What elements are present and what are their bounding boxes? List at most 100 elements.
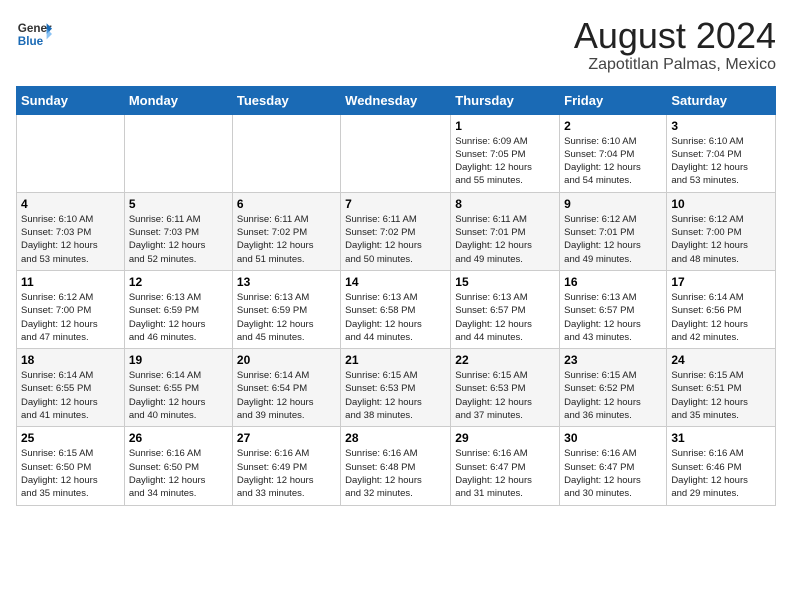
calendar-cell: 21 Sunrise: 6:15 AM Sunset: 6:53 PM Dayli… <box>341 349 451 427</box>
day-number: 12 <box>129 275 228 289</box>
calendar-cell: 28 Sunrise: 6:16 AM Sunset: 6:48 PM Dayli… <box>341 427 451 505</box>
calendar-cell: 6Sunrise: 6:11 AM Sunset: 7:02 PM Daylig… <box>232 192 340 270</box>
day-info: Sunrise: 6:14 AM Sunset: 6:54 PM Dayligh… <box>237 369 336 422</box>
calendar-cell: 4 Sunrise: 6:10 AM Sunset: 7:03 PM Daylig… <box>17 192 125 270</box>
calendar-cell: 3 Sunrise: 6:10 AM Sunset: 7:04 PM Daylig… <box>667 114 776 192</box>
calendar-cell: 9 Sunrise: 6:12 AM Sunset: 7:01 PM Daylig… <box>560 192 667 270</box>
calendar-cell: 30 Sunrise: 6:16 AM Sunset: 6:47 PM Dayli… <box>560 427 667 505</box>
calendar-cell: 7 Sunrise: 6:11 AM Sunset: 7:02 PM Daylig… <box>341 192 451 270</box>
calendar-week-row: 11Sunrise: 6:12 AM Sunset: 7:00 PM Dayli… <box>17 270 776 348</box>
day-info: Sunrise: 6:14 AM Sunset: 6:56 PM Dayligh… <box>671 291 771 344</box>
day-number: 7 <box>345 197 446 211</box>
day-number: 26 <box>129 431 228 445</box>
calendar-header-row: SundayMondayTuesdayWednesdayThursdayFrid… <box>17 86 776 114</box>
day-number: 2 <box>564 119 662 133</box>
day-info: Sunrise: 6:16 AM Sunset: 6:47 PM Dayligh… <box>564 447 662 500</box>
day-info: Sunrise: 6:09 AM Sunset: 7:05 PM Dayligh… <box>455 135 555 188</box>
day-number: 14 <box>345 275 446 289</box>
calendar-cell: 20 Sunrise: 6:14 AM Sunset: 6:54 PM Dayli… <box>232 349 340 427</box>
calendar-cell: 14 Sunrise: 6:13 AM Sunset: 6:58 PM Dayli… <box>341 270 451 348</box>
day-number: 23 <box>564 353 662 367</box>
day-number: 13 <box>237 275 336 289</box>
day-info: Sunrise: 6:13 AM Sunset: 6:59 PM Dayligh… <box>237 291 336 344</box>
calendar-cell <box>17 114 125 192</box>
day-info: Sunrise: 6:16 AM Sunset: 6:48 PM Dayligh… <box>345 447 446 500</box>
day-info: Sunrise: 6:11 AM Sunset: 7:03 PM Dayligh… <box>129 213 228 266</box>
calendar-cell: 11Sunrise: 6:12 AM Sunset: 7:00 PM Dayli… <box>17 270 125 348</box>
day-number: 22 <box>455 353 555 367</box>
day-info: Sunrise: 6:13 AM Sunset: 6:58 PM Dayligh… <box>345 291 446 344</box>
day-info: Sunrise: 6:15 AM Sunset: 6:52 PM Dayligh… <box>564 369 662 422</box>
month-title: August 2024 <box>574 16 776 56</box>
day-number: 19 <box>129 353 228 367</box>
day-number: 31 <box>671 431 771 445</box>
day-info: Sunrise: 6:15 AM Sunset: 6:51 PM Dayligh… <box>671 369 771 422</box>
calendar-cell <box>341 114 451 192</box>
calendar-cell: 29 Sunrise: 6:16 AM Sunset: 6:47 PM Dayli… <box>451 427 560 505</box>
calendar-week-row: 4 Sunrise: 6:10 AM Sunset: 7:03 PM Daylig… <box>17 192 776 270</box>
day-info: Sunrise: 6:11 AM Sunset: 7:02 PM Dayligh… <box>237 213 336 266</box>
day-info: Sunrise: 6:10 AM Sunset: 7:03 PM Dayligh… <box>21 213 120 266</box>
calendar-cell: 24 Sunrise: 6:15 AM Sunset: 6:51 PM Dayli… <box>667 349 776 427</box>
day-number: 28 <box>345 431 446 445</box>
calendar-cell: 1 Sunrise: 6:09 AM Sunset: 7:05 PM Daylig… <box>451 114 560 192</box>
calendar-cell: 16 Sunrise: 6:13 AM Sunset: 6:57 PM Dayli… <box>560 270 667 348</box>
day-info: Sunrise: 6:15 AM Sunset: 6:53 PM Dayligh… <box>345 369 446 422</box>
day-number: 3 <box>671 119 771 133</box>
calendar-cell: 25 Sunrise: 6:15 AM Sunset: 6:50 PM Dayli… <box>17 427 125 505</box>
day-info: Sunrise: 6:13 AM Sunset: 6:57 PM Dayligh… <box>564 291 662 344</box>
day-number: 8 <box>455 197 555 211</box>
weekday-header: Wednesday <box>341 86 451 114</box>
calendar-cell: 23 Sunrise: 6:15 AM Sunset: 6:52 PM Dayli… <box>560 349 667 427</box>
day-info: Sunrise: 6:14 AM Sunset: 6:55 PM Dayligh… <box>129 369 228 422</box>
calendar-cell <box>232 114 340 192</box>
day-info: Sunrise: 6:16 AM Sunset: 6:46 PM Dayligh… <box>671 447 771 500</box>
day-info: Sunrise: 6:16 AM Sunset: 6:49 PM Dayligh… <box>237 447 336 500</box>
calendar-cell: 8 Sunrise: 6:11 AM Sunset: 7:01 PM Daylig… <box>451 192 560 270</box>
day-number: 1 <box>455 119 555 133</box>
day-info: Sunrise: 6:14 AM Sunset: 6:55 PM Dayligh… <box>21 369 120 422</box>
day-info: Sunrise: 6:12 AM Sunset: 7:00 PM Dayligh… <box>671 213 771 266</box>
day-number: 25 <box>21 431 120 445</box>
calendar-table: SundayMondayTuesdayWednesdayThursdayFrid… <box>16 86 776 506</box>
day-info: Sunrise: 6:15 AM Sunset: 6:50 PM Dayligh… <box>21 447 120 500</box>
weekday-header: Monday <box>124 86 232 114</box>
day-info: Sunrise: 6:12 AM Sunset: 7:01 PM Dayligh… <box>564 213 662 266</box>
calendar-cell <box>124 114 232 192</box>
day-info: Sunrise: 6:11 AM Sunset: 7:01 PM Dayligh… <box>455 213 555 266</box>
day-number: 9 <box>564 197 662 211</box>
day-info: Sunrise: 6:10 AM Sunset: 7:04 PM Dayligh… <box>671 135 771 188</box>
day-info: Sunrise: 6:13 AM Sunset: 6:57 PM Dayligh… <box>455 291 555 344</box>
day-number: 17 <box>671 275 771 289</box>
svg-text:Blue: Blue <box>18 35 44 48</box>
day-number: 21 <box>345 353 446 367</box>
page-header: General Blue August 2024 Zapotitlan Palm… <box>16 16 776 74</box>
day-info: Sunrise: 6:16 AM Sunset: 6:47 PM Dayligh… <box>455 447 555 500</box>
day-number: 30 <box>564 431 662 445</box>
day-number: 24 <box>671 353 771 367</box>
calendar-cell: 10 Sunrise: 6:12 AM Sunset: 7:00 PM Dayli… <box>667 192 776 270</box>
calendar-cell: 5Sunrise: 6:11 AM Sunset: 7:03 PM Daylig… <box>124 192 232 270</box>
calendar-cell: 22 Sunrise: 6:15 AM Sunset: 6:53 PM Dayli… <box>451 349 560 427</box>
day-number: 15 <box>455 275 555 289</box>
day-number: 11 <box>21 275 120 289</box>
weekday-header: Saturday <box>667 86 776 114</box>
weekday-header: Thursday <box>451 86 560 114</box>
day-number: 16 <box>564 275 662 289</box>
logo-icon: General Blue <box>16 16 52 52</box>
calendar-cell: 18 Sunrise: 6:14 AM Sunset: 6:55 PM Dayli… <box>17 349 125 427</box>
calendar-week-row: 25 Sunrise: 6:15 AM Sunset: 6:50 PM Dayli… <box>17 427 776 505</box>
day-number: 4 <box>21 197 120 211</box>
day-number: 10 <box>671 197 771 211</box>
location: Zapotitlan Palmas, Mexico <box>574 56 776 74</box>
day-info: Sunrise: 6:11 AM Sunset: 7:02 PM Dayligh… <box>345 213 446 266</box>
calendar-cell: 12Sunrise: 6:13 AM Sunset: 6:59 PM Dayli… <box>124 270 232 348</box>
day-number: 18 <box>21 353 120 367</box>
calendar-cell: 15 Sunrise: 6:13 AM Sunset: 6:57 PM Dayli… <box>451 270 560 348</box>
weekday-header: Tuesday <box>232 86 340 114</box>
day-number: 27 <box>237 431 336 445</box>
day-number: 20 <box>237 353 336 367</box>
logo: General Blue <box>16 16 52 52</box>
day-number: 29 <box>455 431 555 445</box>
day-info: Sunrise: 6:15 AM Sunset: 6:53 PM Dayligh… <box>455 369 555 422</box>
